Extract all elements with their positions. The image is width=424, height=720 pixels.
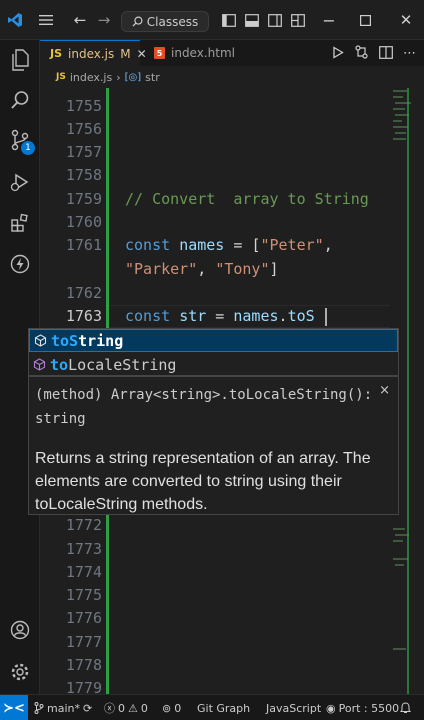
toggle-panel-icon[interactable] bbox=[243, 0, 261, 40]
branch-name: main* bbox=[47, 701, 80, 715]
broadcast-icon: ◉ bbox=[326, 701, 336, 715]
notifications-bell-icon[interactable] bbox=[400, 695, 411, 720]
source-control-icon[interactable] bbox=[0, 120, 40, 160]
menu-icon[interactable] bbox=[34, 0, 58, 40]
error-count: 0 bbox=[118, 701, 125, 715]
line-number: 1779 bbox=[65, 679, 102, 694]
minimize-icon[interactable]: − bbox=[318, 0, 340, 40]
live-server-status[interactable]: ◉ Port : 5500 bbox=[326, 695, 399, 720]
extensions-icon[interactable] bbox=[0, 203, 40, 243]
sync-icon[interactable]: ⟳ bbox=[83, 702, 92, 715]
suggest-widget: toString toLocaleString bbox=[28, 328, 399, 376]
port-label: Port : 5500 bbox=[338, 701, 400, 715]
title-bar: ← → Classess − ✕ bbox=[0, 0, 424, 40]
remote-indicator-icon[interactable]: ≻< bbox=[0, 695, 28, 720]
language-mode[interactable]: JavaScript bbox=[266, 695, 321, 720]
vscode-logo-icon bbox=[0, 0, 30, 40]
line-number: 1774 bbox=[65, 563, 102, 581]
explorer-icon[interactable] bbox=[0, 40, 40, 80]
problems-status[interactable]: ⓧ 0 ⚠ 0 bbox=[104, 695, 148, 720]
close-window-icon[interactable]: ✕ bbox=[394, 0, 418, 40]
suggestion-tostring[interactable]: toString bbox=[29, 329, 398, 352]
line-number-current: 1763 bbox=[65, 307, 102, 325]
line-number: 1778 bbox=[65, 656, 102, 674]
settings-gear-icon[interactable] bbox=[0, 652, 40, 692]
line-number: 1757 bbox=[65, 143, 102, 161]
text-cursor bbox=[325, 308, 327, 326]
customize-layout-icon[interactable] bbox=[289, 0, 307, 40]
tab-label: index.html bbox=[171, 46, 235, 60]
line-number: 1773 bbox=[65, 540, 102, 558]
breadcrumb-symbol[interactable]: str bbox=[145, 71, 160, 84]
tab-index-js[interactable]: JS index.js M ✕ bbox=[40, 40, 147, 66]
breadcrumb: JS index.js › [◎] str bbox=[40, 66, 424, 88]
line-number: 1772 bbox=[65, 516, 102, 534]
thunder-client-icon[interactable] bbox=[0, 244, 40, 284]
tab-index-html[interactable]: 5 index.html bbox=[144, 40, 264, 66]
html-file-icon: 5 bbox=[154, 47, 165, 59]
ports-status[interactable]: ⊚ 0 bbox=[162, 695, 181, 720]
forward-arrow-icon[interactable]: → bbox=[94, 0, 114, 40]
git-graph-status[interactable]: Git Graph bbox=[197, 695, 250, 720]
code-line-names: const names = ["Peter", bbox=[125, 236, 333, 254]
javascript-file-icon: JS bbox=[56, 72, 66, 82]
toggle-secondary-sidebar-icon[interactable] bbox=[266, 0, 284, 40]
method-documentation: Returns a string representation of an ar… bbox=[35, 450, 371, 513]
git-branch-icon bbox=[34, 702, 44, 714]
line-number: 1755 bbox=[65, 97, 102, 115]
run-debug-icon[interactable] bbox=[0, 162, 40, 202]
warning-icon: ⚠ bbox=[128, 701, 138, 715]
line-number: 1758 bbox=[65, 166, 102, 184]
split-editor-icon[interactable] bbox=[379, 44, 393, 63]
suggestion-details: × (method) Array<string>.toLocaleString(… bbox=[28, 376, 399, 515]
editor-actions: ⋯ bbox=[332, 40, 424, 66]
compare-changes-icon[interactable] bbox=[354, 44, 369, 63]
error-icon: ⓧ bbox=[104, 702, 115, 715]
line-number: 1777 bbox=[65, 633, 102, 651]
method-cube-icon bbox=[34, 334, 47, 347]
search-icon bbox=[132, 16, 143, 27]
line-number: 1762 bbox=[65, 284, 102, 302]
chevron-right-icon: › bbox=[116, 70, 121, 84]
line-number: 1759 bbox=[65, 190, 102, 208]
status-bar: ≻< main* ⟳ ⓧ 0 ⚠ 0 ⊚ 0 Git Graph JavaScr… bbox=[0, 694, 424, 720]
editor-tabs: JS index.js M ✕ 5 index.html ⋯ bbox=[40, 40, 424, 66]
code-line-comment: // Convert array to String bbox=[125, 190, 369, 208]
method-cube-icon bbox=[33, 358, 46, 371]
search-view-icon[interactable] bbox=[0, 80, 40, 120]
line-number: 1760 bbox=[65, 213, 102, 231]
javascript-file-icon: JS bbox=[50, 47, 63, 60]
code-line-str: const str = names.toS bbox=[125, 307, 315, 325]
breadcrumb-file[interactable]: index.js bbox=[70, 71, 112, 84]
line-number: 1775 bbox=[65, 586, 102, 604]
vertical-scrollbar[interactable] bbox=[407, 88, 409, 694]
more-actions-icon[interactable]: ⋯ bbox=[403, 46, 416, 61]
radio-tower-icon: ⊚ bbox=[162, 701, 172, 715]
maximize-icon[interactable] bbox=[354, 0, 376, 40]
code-line-names-wrap: "Parker", "Tony"] bbox=[125, 260, 279, 278]
run-icon[interactable] bbox=[332, 44, 344, 63]
close-details-icon[interactable]: × bbox=[379, 383, 390, 398]
toggle-primary-sidebar-icon[interactable] bbox=[220, 0, 238, 40]
line-number: 1776 bbox=[65, 609, 102, 627]
method-signature: (method) Array<string>.toLocaleString():… bbox=[35, 387, 373, 427]
branch-status[interactable]: main* ⟳ bbox=[34, 695, 92, 720]
modified-indicator: M bbox=[120, 46, 131, 61]
command-center-search[interactable]: Classess bbox=[121, 11, 209, 32]
source-control-badge: 1 bbox=[21, 141, 35, 155]
tab-label: index.js bbox=[68, 46, 115, 61]
line-number: 1761 bbox=[65, 236, 102, 254]
variable-symbol-icon: [◎] bbox=[124, 71, 142, 83]
search-text: Classess bbox=[146, 14, 199, 29]
back-arrow-icon[interactable]: ← bbox=[70, 0, 90, 40]
warning-count: 0 bbox=[140, 701, 148, 715]
ports-count: 0 bbox=[174, 701, 182, 715]
account-icon[interactable] bbox=[0, 610, 40, 650]
suggestion-tolocalestring[interactable]: toLocaleString bbox=[29, 353, 398, 376]
line-number: 1756 bbox=[65, 120, 102, 138]
